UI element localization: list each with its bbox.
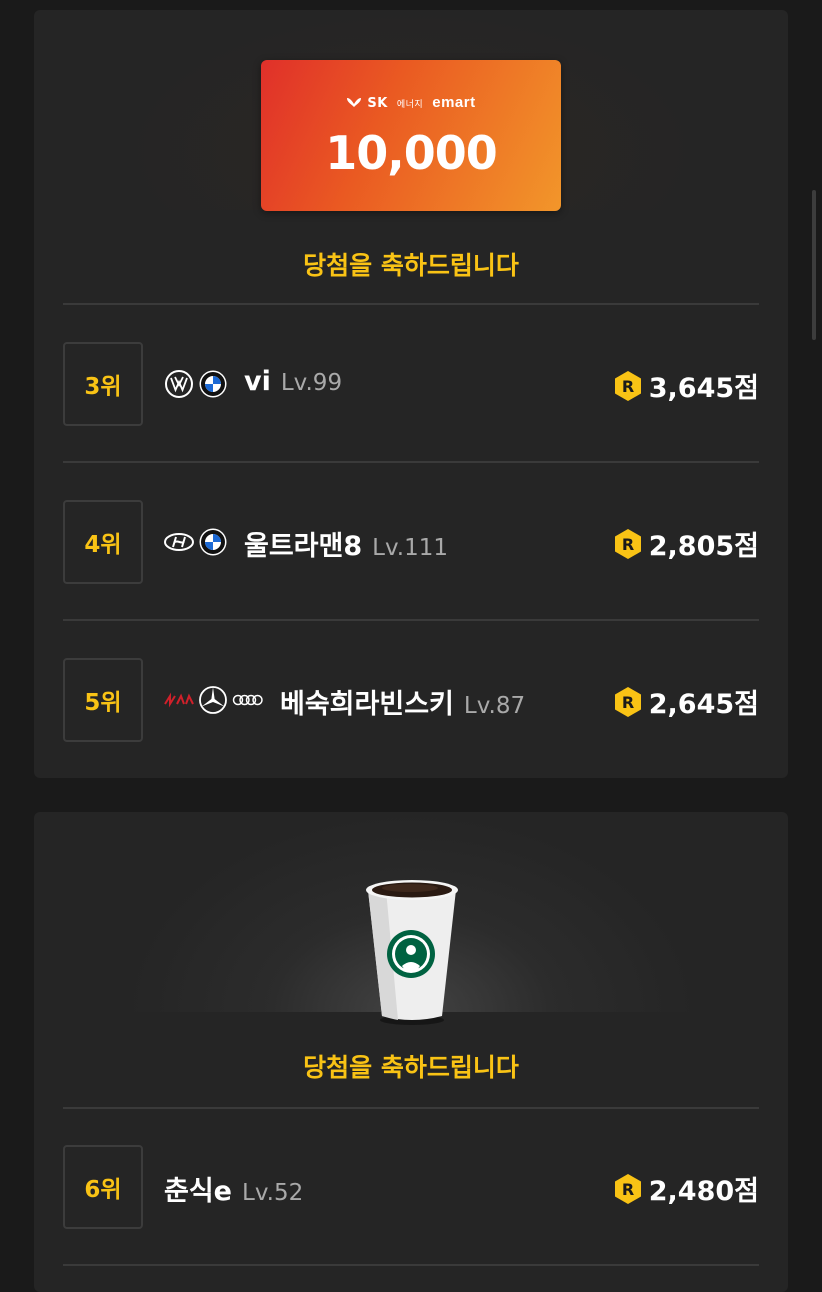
mercedes-icon (199, 686, 227, 714)
user-info: 춘식e Lv.52 (164, 1169, 303, 1208)
congrats-text: 당첨을 축하드립니다 (303, 1053, 519, 1082)
score-value: 2,805점 (648, 531, 759, 562)
nickname: 베숙희라빈스키 (280, 689, 454, 720)
r-point-icon: R (614, 686, 641, 717)
rank-badge: 6위 (63, 1145, 143, 1229)
nickname: vi (244, 366, 271, 397)
divider (63, 1264, 759, 1266)
hyundai-icon (164, 533, 194, 551)
score: R 2,805점 (613, 524, 759, 563)
rank-badge: 5위 (63, 658, 143, 742)
score: R 3,645점 (613, 366, 759, 405)
user-level: Lv.111 (372, 535, 449, 561)
r-point-icon: R (614, 528, 641, 559)
brand-energy-text: 에너지 (396, 100, 424, 110)
volkswagen-icon (165, 370, 193, 398)
divider (63, 619, 759, 621)
svg-text:R: R (622, 693, 634, 712)
audi-icon (232, 694, 263, 706)
r-point-icon: R (614, 370, 641, 401)
kia-icon (164, 692, 194, 708)
score-value: 3,645점 (648, 373, 759, 404)
ranking-row[interactable]: 3위 vi Lv.99 R 3,645점 (63, 342, 759, 426)
bmw-icon (199, 528, 227, 556)
prize-card-coffee: 당첨을 축하드립니다 6위 춘식e Lv.52 R 2,480점 (34, 812, 788, 1292)
score: R 2,645점 (613, 682, 759, 721)
rank-badge: 4위 (63, 500, 143, 584)
bmw-icon (199, 370, 227, 398)
user-level: Lv.87 (463, 693, 526, 719)
user-info: 베숙희라빈스키 Lv.87 (280, 682, 525, 721)
svg-text:R: R (622, 1180, 634, 1199)
score: R 2,480점 (613, 1169, 759, 1208)
ranking-row[interactable]: 6위 춘식e Lv.52 R 2,480점 (63, 1145, 759, 1229)
ranking-row[interactable]: 4위 울트라맨8 Lv.111 R 2,805점 (63, 500, 759, 584)
divider (63, 303, 759, 305)
ranking-row[interactable]: 5위 베숙희라빈스키 Lv.87 R 2,645점 (63, 658, 759, 742)
user-level: Lv.99 (280, 370, 343, 396)
prize-card-giftcard: SK 에너지 emart 10,000 당첨을 축하드립니다 3위 vi Lv.… (34, 10, 788, 778)
user-info: 울트라맨8 Lv.111 (244, 524, 448, 563)
sk-butterfly-icon (347, 98, 362, 107)
divider (63, 1107, 759, 1109)
rank-badge: 3위 (63, 342, 143, 426)
congrats-text: 당첨을 축하드립니다 (303, 251, 519, 280)
svg-text:R: R (622, 377, 634, 396)
gift-card-brand: SK 에너지 emart (261, 94, 561, 111)
gift-card-amount: 10,000 (325, 126, 498, 180)
user-info: vi Lv.99 (244, 366, 342, 397)
car-emblems (164, 368, 228, 400)
score-value: 2,645점 (648, 689, 759, 720)
brand-sk-text: SK (367, 96, 388, 111)
nickname: 춘식e (164, 1176, 232, 1207)
user-level: Lv.52 (242, 1180, 304, 1206)
score-value: 2,480점 (648, 1176, 759, 1207)
divider (63, 461, 759, 463)
starbucks-coffee-cup-icon (366, 880, 458, 1025)
car-emblems (164, 684, 264, 716)
emart-gift-card: SK 에너지 emart 10,000 (261, 60, 561, 211)
scrollbar[interactable] (812, 190, 816, 340)
svg-text:R: R (622, 535, 634, 554)
car-emblems (164, 526, 228, 558)
brand-emart-text: emart (432, 94, 476, 111)
r-point-icon: R (614, 1173, 641, 1204)
nickname: 울트라맨8 (244, 531, 363, 562)
